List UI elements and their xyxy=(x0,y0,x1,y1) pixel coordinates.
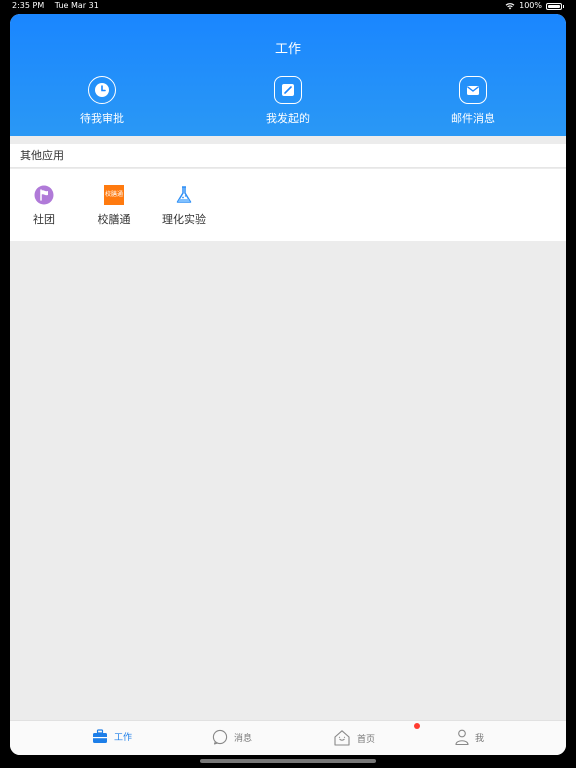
battery-tip xyxy=(563,4,564,8)
app-screen: 工作 待我审批 我发起的 邮件消息 其他应用 社团 校膳通 校膳通 理化实验 工… xyxy=(10,14,566,755)
app-canteen[interactable]: 校膳通 校膳通 xyxy=(84,185,144,227)
flask-icon xyxy=(174,185,194,205)
app-club[interactable]: 社团 xyxy=(14,185,74,227)
mail-icon xyxy=(459,76,487,104)
tab-me-label: 我 xyxy=(475,733,485,744)
tab-home[interactable]: 首页 xyxy=(333,729,375,747)
app-lab[interactable]: 理化实验 xyxy=(154,185,214,227)
work-header: 工作 待我审批 我发起的 邮件消息 xyxy=(10,14,566,136)
clock-icon xyxy=(88,76,116,104)
tab-me[interactable]: 我 xyxy=(455,729,484,745)
home-icon xyxy=(334,730,350,746)
tab-work-label: 工作 xyxy=(114,733,133,743)
pending-approval-button[interactable]: 待我审批 xyxy=(42,76,162,126)
club-flag-icon xyxy=(34,185,54,205)
initiated-by-me-label: 我发起的 xyxy=(266,112,310,125)
canteen-logo-icon: 校膳通 xyxy=(104,185,124,205)
battery-icon xyxy=(546,2,562,10)
status-bar: 2:35 PM Tue Mar 31 100% xyxy=(0,0,576,14)
bottom-tab-bar: 工作 消息 首页 我 xyxy=(10,720,566,755)
initiated-by-me-button[interactable]: 我发起的 xyxy=(228,76,348,126)
mail-messages-button[interactable]: 邮件消息 xyxy=(413,76,533,126)
section-title: 其他应用 xyxy=(10,144,566,168)
status-left: 2:35 PM Tue Mar 31 xyxy=(12,0,107,12)
briefcase-icon xyxy=(93,729,107,743)
tab-messages[interactable]: 消息 xyxy=(212,729,252,745)
battery-percent: 100% xyxy=(519,1,542,10)
wifi-icon xyxy=(505,3,515,10)
app-lab-label: 理化实验 xyxy=(162,213,206,226)
notification-badge xyxy=(414,723,420,729)
canteen-logo-text: 校膳通 xyxy=(104,191,123,198)
tab-messages-label: 消息 xyxy=(234,733,253,744)
status-right: 100% xyxy=(505,0,564,12)
mail-messages-label: 邮件消息 xyxy=(451,112,495,125)
tab-home-label: 首页 xyxy=(357,734,376,745)
status-time: 2:35 PM xyxy=(12,1,45,10)
person-icon xyxy=(455,729,469,745)
page-title: 工作 xyxy=(274,42,301,57)
home-indicator[interactable] xyxy=(200,759,376,763)
apps-grid: 社团 校膳通 校膳通 理化实验 xyxy=(10,169,566,241)
edit-icon xyxy=(274,76,302,104)
tab-work[interactable]: 工作 xyxy=(92,729,132,744)
chat-bubble-icon xyxy=(212,729,228,745)
pending-approval-label: 待我审批 xyxy=(80,112,124,125)
status-date: Tue Mar 31 xyxy=(54,1,99,10)
app-canteen-label: 校膳通 xyxy=(97,213,131,226)
app-club-label: 社团 xyxy=(33,213,55,226)
